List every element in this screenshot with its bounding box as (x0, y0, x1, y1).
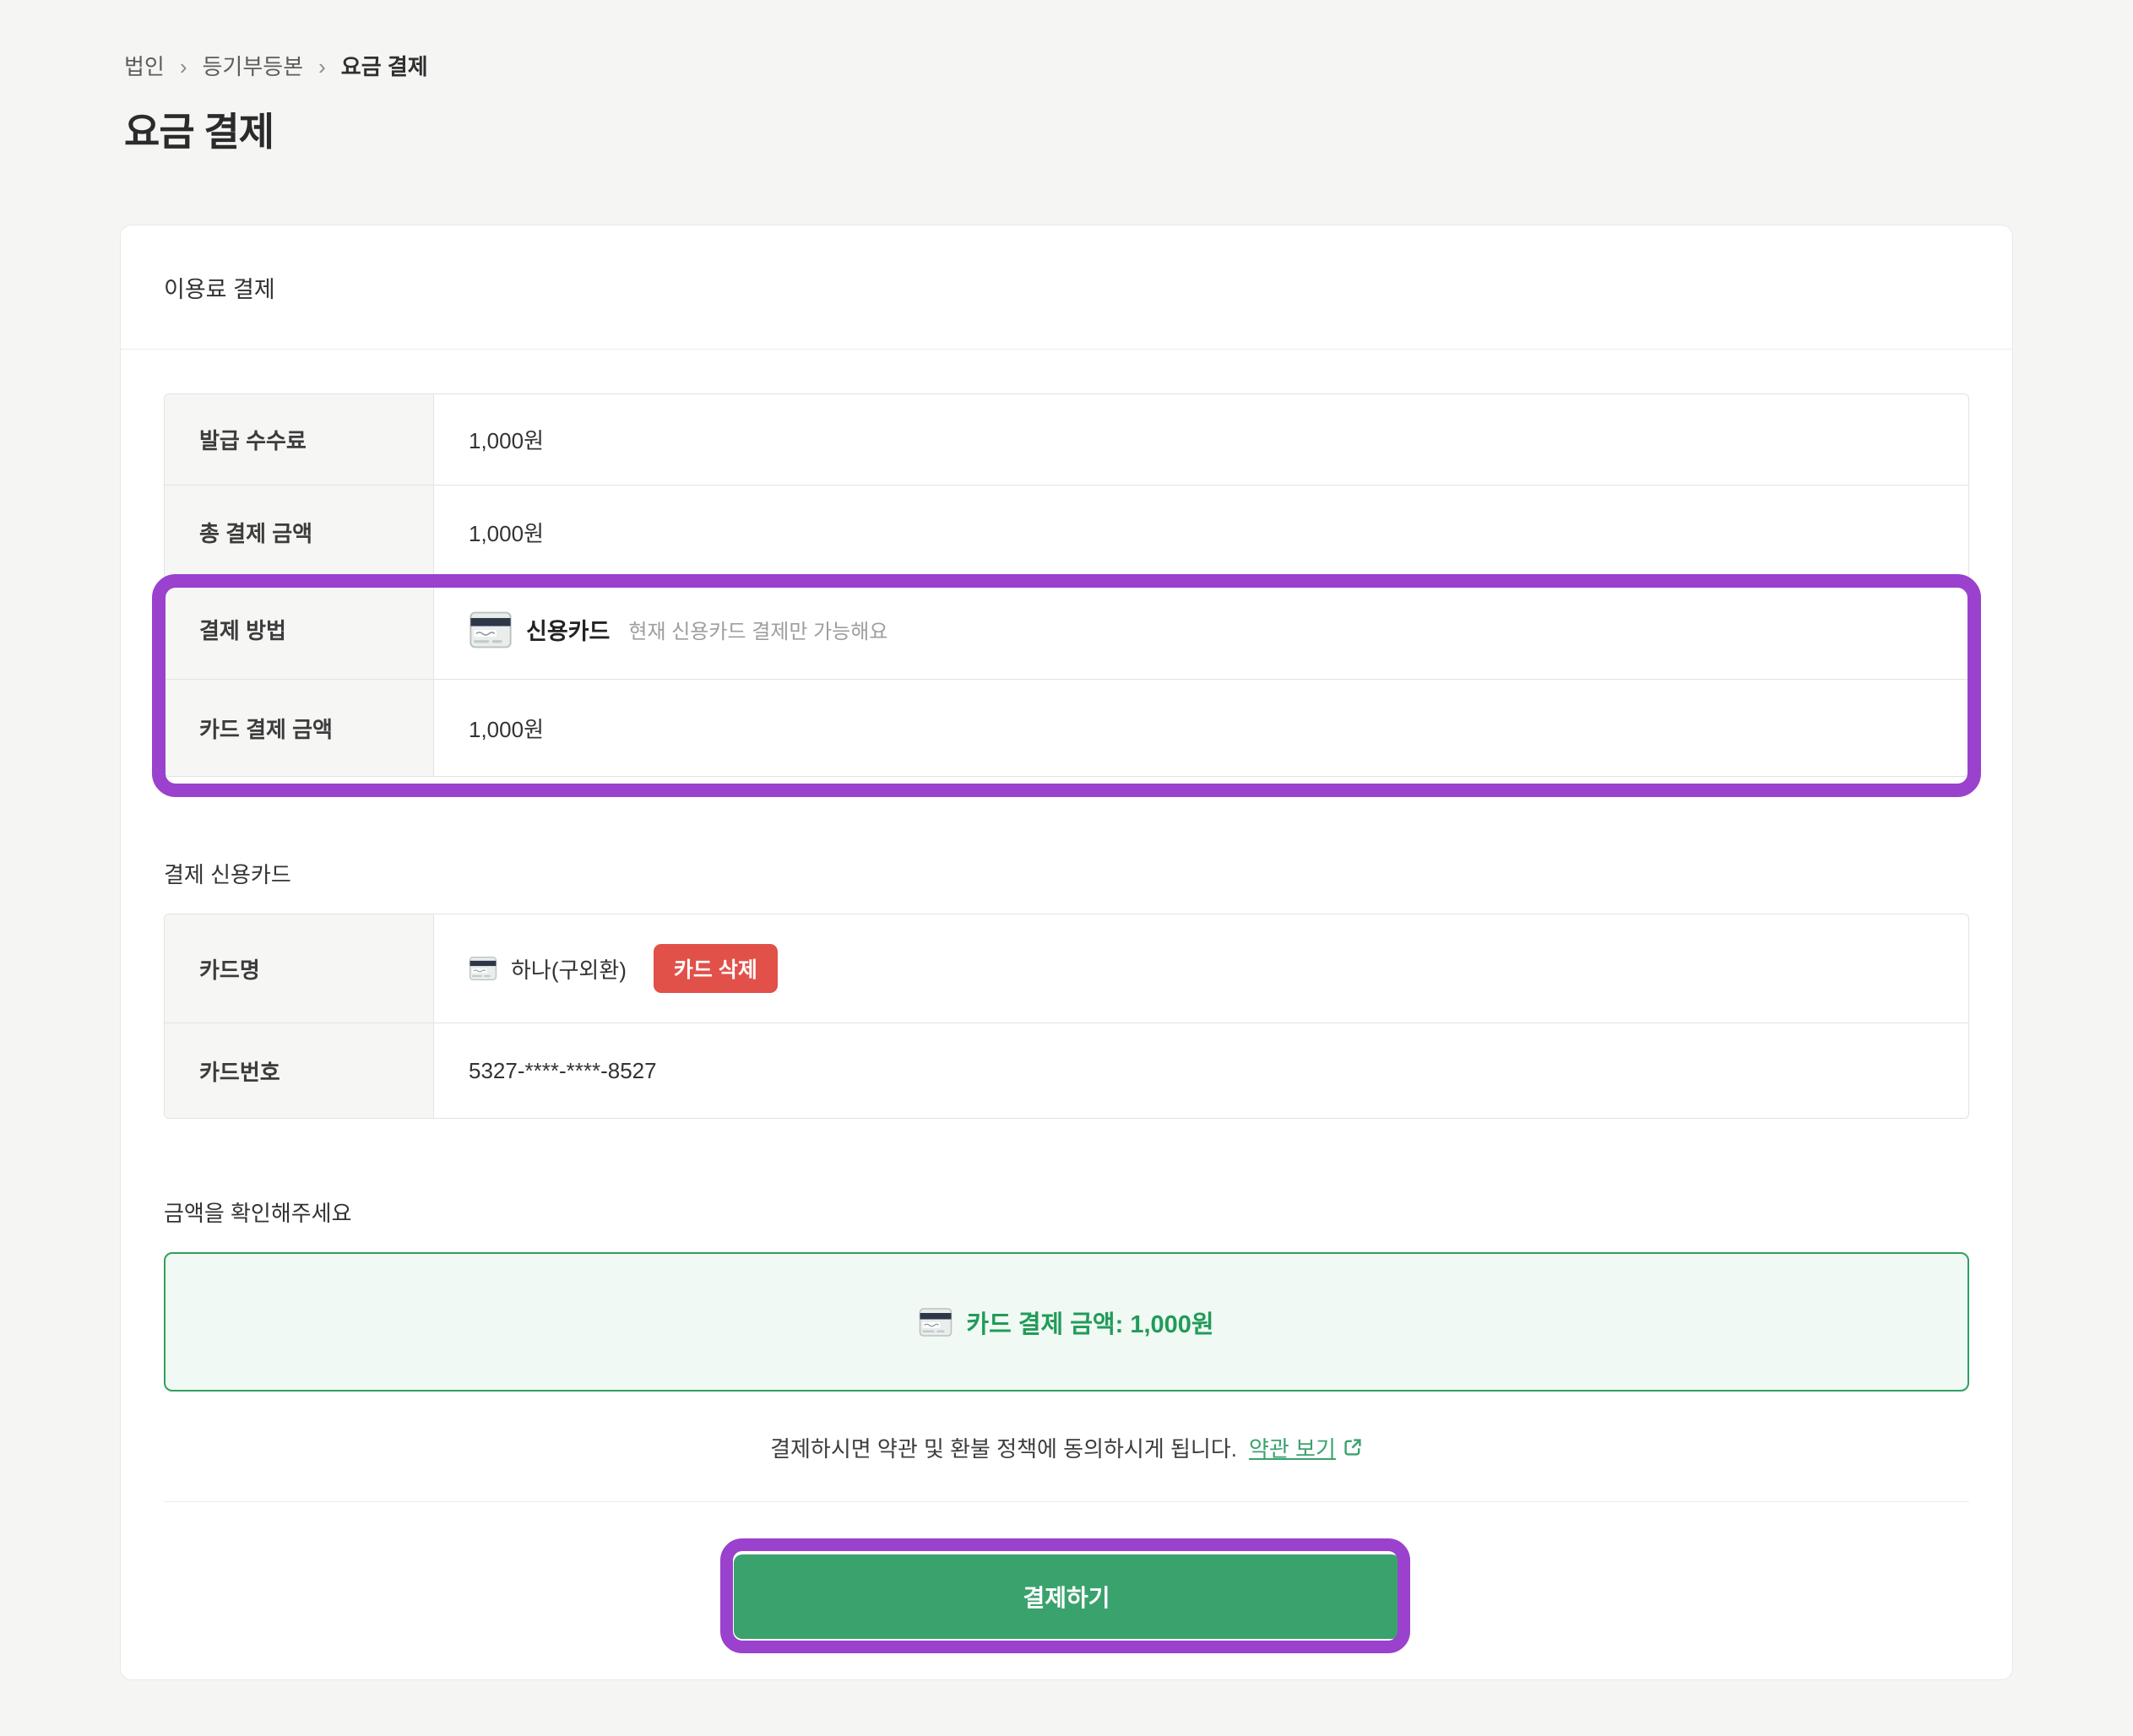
terms-text: 결제하시면 약관 및 환불 정책에 동의하시게 됩니다. (770, 1432, 1237, 1463)
card-amount-value: 1,000원 (469, 713, 544, 744)
amount-summary-box: 카드 결제 금액: 1,000원 (164, 1252, 1969, 1392)
table-row-payment-method: 결제 방법 신용카드 현재 신용카드 결제만 가능해요 (165, 580, 1968, 680)
chevron-right-icon: › (318, 52, 326, 81)
breadcrumb-item-corporation[interactable]: 법인 (124, 52, 165, 81)
chevron-right-icon: › (180, 52, 187, 81)
row-value: 1,000원 (434, 394, 1968, 485)
issuance-fee-value: 1,000원 (469, 424, 544, 455)
row-label: 카드명 (165, 914, 434, 1023)
row-label: 발급 수수료 (165, 394, 434, 485)
credit-card-icon (919, 1307, 953, 1337)
payment-card-table: 카드명 하나(구외환) 카드 삭제 카드번호 5327-****-****-85… (164, 914, 1969, 1119)
section-heading-usage-fee: 이용료 결제 (121, 225, 2012, 350)
terms-notice: 결제하시면 약관 및 환불 정책에 동의하시게 됩니다. 약관 보기 (164, 1434, 1969, 1461)
table-row-card-number: 카드번호 5327-****-****-8527 (165, 1023, 1968, 1118)
amount-summary-text: 카드 결제 금액: 1,000원 (966, 1305, 1213, 1340)
payment-method-note: 현재 신용카드 결제만 가능해요 (628, 615, 887, 644)
breadcrumb-item-register-copy[interactable]: 등기부등본 (203, 52, 304, 81)
table-row-total-amount: 총 결제 금액 1,000원 (165, 486, 1968, 580)
breadcrumb-item-fee-payment: 요금 결제 (341, 52, 428, 81)
row-label: 카드 결제 금액 (165, 680, 434, 776)
row-label: 결제 방법 (165, 580, 434, 679)
table-row-card-amount: 카드 결제 금액 1,000원 (165, 680, 1968, 776)
card-number-value: 5327-****-****-8527 (469, 1058, 657, 1084)
pay-button[interactable]: 결제하기 (734, 1554, 1400, 1639)
section-heading-confirm-amount: 금액을 확인해주세요 (164, 1200, 1969, 1227)
total-amount-value: 1,000원 (469, 517, 544, 548)
terms-link[interactable]: 약관 보기 (1249, 1432, 1363, 1463)
credit-card-icon (469, 956, 497, 981)
external-link-icon (1343, 1437, 1363, 1457)
page-title: 요금 결제 (124, 108, 274, 155)
row-label: 총 결제 금액 (165, 486, 434, 579)
row-value: 1,000원 (434, 680, 1968, 776)
payment-card-panel: 이용료 결제 발급 수수료 1,000원 총 결제 금액 1,000원 결제 방… (120, 225, 2013, 1680)
table-row-issuance-fee: 발급 수수료 1,000원 (165, 394, 1968, 486)
fee-table: 발급 수수료 1,000원 총 결제 금액 1,000원 결제 방법 신용카드 (164, 393, 1969, 777)
breadcrumb: 법인 › 등기부등본 › 요금 결제 (124, 52, 428, 81)
delete-card-button[interactable]: 카드 삭제 (654, 944, 778, 993)
card-footer: 결제하기 (164, 1501, 1969, 1681)
row-value: 1,000원 (434, 486, 1968, 579)
row-value: 신용카드 현재 신용카드 결제만 가능해요 (434, 580, 1968, 679)
table-row-card-name: 카드명 하나(구외환) 카드 삭제 (165, 914, 1968, 1023)
row-value: 5327-****-****-8527 (434, 1023, 1968, 1118)
terms-link-label: 약관 보기 (1249, 1432, 1336, 1463)
credit-card-icon (469, 610, 513, 649)
row-label: 카드번호 (165, 1023, 434, 1118)
section-heading-payment-card: 결제 신용카드 (164, 861, 1969, 888)
card-name-value: 하나(구외환) (511, 953, 627, 985)
payment-page: 법인 › 등기부등본 › 요금 결제 요금 결제 이용료 결제 발급 수수료 1… (0, 0, 2133, 1736)
row-value: 하나(구외환) 카드 삭제 (434, 914, 1968, 1023)
payment-method-value: 신용카드 (526, 613, 610, 646)
